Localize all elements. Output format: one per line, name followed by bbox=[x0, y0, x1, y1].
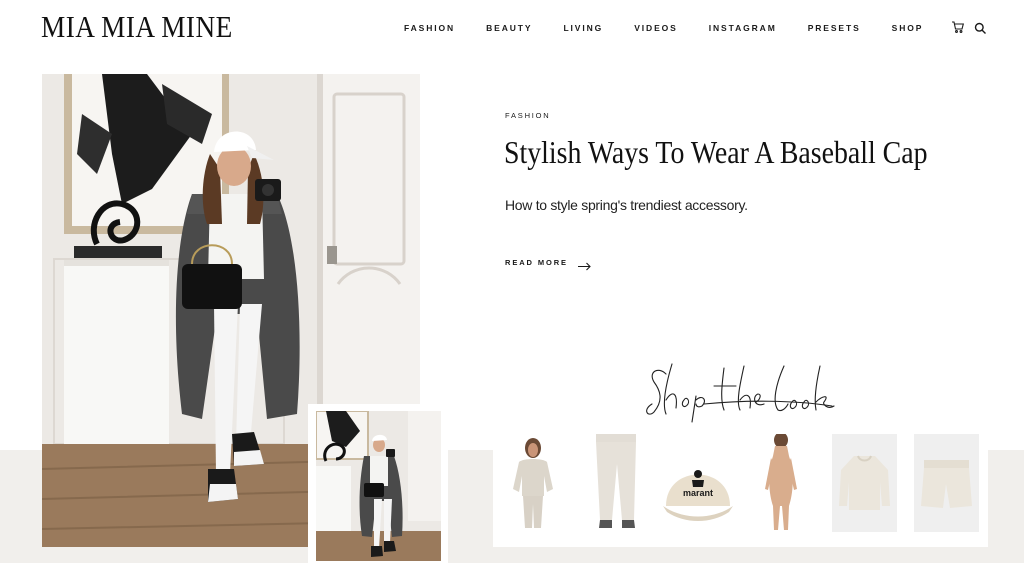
thumbnail-image[interactable] bbox=[316, 411, 441, 561]
read-more-link[interactable]: READ MORE bbox=[505, 258, 591, 271]
article-title[interactable]: Stylish Ways To Wear A Baseball Cap bbox=[504, 132, 928, 172]
product-hooded-set-art bbox=[513, 438, 553, 528]
site-logo[interactable]: MIA MIA MINE bbox=[41, 10, 233, 44]
read-more-label: READ MORE bbox=[505, 258, 568, 267]
arrow-right-icon bbox=[577, 258, 591, 271]
product-knit-sweater[interactable] bbox=[832, 434, 897, 532]
main-nav: FASHION BEAUTY LIVING VIDEOS INSTAGRAM P… bbox=[404, 22, 954, 34]
product-cap-art: marant bbox=[663, 470, 733, 521]
product-hooded-sweatshirt-set[interactable] bbox=[501, 434, 566, 532]
product-jogger-pants[interactable] bbox=[584, 434, 649, 532]
thumbnail-photo-art bbox=[316, 411, 441, 561]
nav-item-living[interactable]: LIVING bbox=[563, 23, 603, 33]
page: MIA MIA MINE FASHION BEAUTY LIVING VIDEO… bbox=[0, 0, 1024, 563]
article-excerpt: How to style spring's trendiest accessor… bbox=[505, 197, 748, 213]
cart-icon[interactable] bbox=[951, 20, 965, 34]
product-joggers-art bbox=[596, 434, 636, 528]
nav-item-fashion[interactable]: FASHION bbox=[404, 23, 455, 33]
article-category[interactable]: FASHION bbox=[505, 111, 551, 120]
product-bodysuit[interactable] bbox=[749, 432, 814, 532]
search-icon[interactable] bbox=[974, 22, 988, 36]
nav-item-videos[interactable]: VIDEOS bbox=[634, 23, 678, 33]
product-knit-shorts[interactable] bbox=[914, 434, 979, 532]
product-baseball-cap[interactable]: marant bbox=[663, 434, 733, 532]
nav-item-beauty[interactable]: BEAUTY bbox=[486, 23, 532, 33]
nav-item-shop[interactable]: SHOP bbox=[892, 23, 924, 33]
nav-item-presets[interactable]: PRESETS bbox=[808, 23, 861, 33]
shop-the-look-heading bbox=[644, 360, 839, 424]
product-shorts-art bbox=[921, 460, 972, 508]
product-bodysuit-art bbox=[765, 432, 797, 530]
product-sweater-art bbox=[839, 455, 890, 510]
cap-logo-text: marant bbox=[683, 488, 713, 498]
nav-item-instagram[interactable]: INSTAGRAM bbox=[709, 23, 777, 33]
